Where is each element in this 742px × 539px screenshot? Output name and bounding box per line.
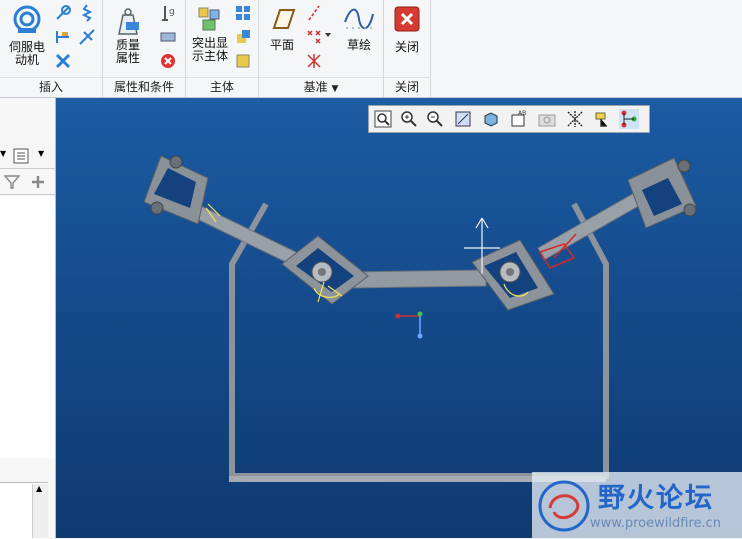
slot-icon[interactable] xyxy=(78,28,96,46)
servo-motor-button[interactable]: 伺服电 动机 xyxy=(4,4,50,67)
graphics-window[interactable]: AB 野火论坛 www.proewildfire.cn xyxy=(56,98,742,538)
sketch-button[interactable]: 草绘 xyxy=(341,6,377,52)
forum-url: www.proewildfire.cn xyxy=(590,516,721,531)
forum-watermark: 野火论坛 www.proewildfire.cn xyxy=(532,472,742,538)
datum-group-label-text: 基准 xyxy=(303,80,328,94)
body-group: 突出显 示主体 主体 xyxy=(186,0,259,97)
settings-dropdown-icon[interactable]: ▼ xyxy=(38,149,44,158)
svg-text:g: g xyxy=(169,7,175,17)
sketch-icon xyxy=(344,8,374,30)
close-group-label: 关闭 xyxy=(384,77,430,96)
servo-motor-icon xyxy=(13,5,41,33)
mass-properties-label: 质量 属性 xyxy=(115,38,140,65)
ground-body-icon[interactable] xyxy=(234,52,252,70)
mass-weight-icon xyxy=(118,8,139,35)
datum-point-icon[interactable] xyxy=(305,28,323,46)
reconnect-icon[interactable] xyxy=(234,28,252,46)
tree-area xyxy=(0,196,55,458)
scroll-up-icon[interactable]: ▲ xyxy=(36,484,42,493)
insert-group: 伺服电 动机 插入 xyxy=(0,0,103,97)
forum-title: 野火论坛 xyxy=(598,483,714,514)
tree-filter-list-icon[interactable] xyxy=(12,147,30,165)
datum-plane-icon xyxy=(272,9,296,29)
model-tree-panel: ▼ ▼ ▲ xyxy=(0,98,56,539)
gear-pair-icon[interactable] xyxy=(54,52,72,70)
datum-point-dropdown-icon[interactable] xyxy=(323,30,333,40)
highlight-body-icon xyxy=(198,7,220,31)
left-outer-yoke xyxy=(143,155,209,225)
close-button[interactable]: 关闭 xyxy=(390,6,424,54)
properties-group: 质量 属性 g 属性和条件 xyxy=(103,0,186,97)
left-universal-joint xyxy=(281,235,369,305)
show-dropdown-icon[interactable]: ▼ xyxy=(0,149,6,158)
close-icon xyxy=(394,6,420,32)
insert-group-label: 插入 xyxy=(0,77,102,96)
cam-icon[interactable] xyxy=(54,28,72,46)
mass-properties-button[interactable]: 质量 属性 xyxy=(107,6,149,65)
plane-button[interactable]: 平面 xyxy=(263,6,301,52)
datum-group-label[interactable]: 基准 ▼ xyxy=(259,77,383,96)
gravity-icon[interactable]: g xyxy=(159,4,177,22)
panel-toolbar: ▼ ▼ xyxy=(0,144,55,169)
ribbon: 伺服电 动机 插入 质量 属性 g 属性和条件 突出显 示主体 主体 平面 草绘… xyxy=(0,0,742,98)
right-shaft xyxy=(537,191,643,261)
close-group: 关闭 关闭 xyxy=(384,0,431,97)
plane-label: 平面 xyxy=(269,38,294,52)
body-group-label: 主体 xyxy=(186,77,258,96)
termination-icon[interactable] xyxy=(159,52,177,70)
center-shaft xyxy=(349,269,487,289)
forum-logo-icon xyxy=(538,480,590,532)
datum-group-dropdown-icon: ▼ xyxy=(331,84,339,94)
damper-icon[interactable] xyxy=(78,4,96,22)
highlight-body-button[interactable]: 突出显 示主体 xyxy=(188,4,232,63)
filter-icon[interactable] xyxy=(4,174,20,190)
initial-condition-icon[interactable] xyxy=(159,28,177,46)
servo-motor-label: 伺服电 动机 xyxy=(8,40,45,67)
spring-icon[interactable] xyxy=(54,4,72,22)
coordinate-system-icon[interactable] xyxy=(305,52,323,70)
close-label: 关闭 xyxy=(394,40,419,54)
add-icon[interactable] xyxy=(30,174,46,190)
right-outer-yoke xyxy=(627,157,697,229)
datum-group: 平面 草绘 基准 ▼ xyxy=(259,0,384,97)
properties-group-label: 属性和条件 xyxy=(103,77,185,96)
highlight-body-label: 突出显 示主体 xyxy=(191,36,228,63)
sketch-label: 草绘 xyxy=(346,38,371,52)
origin-triad-icon xyxy=(395,311,423,339)
panel-filter-row xyxy=(0,170,55,195)
body-definition-icon[interactable] xyxy=(234,4,252,22)
datum-axis-icon[interactable] xyxy=(305,4,323,22)
vertical-scrollbar[interactable]: ▲ xyxy=(32,484,48,538)
